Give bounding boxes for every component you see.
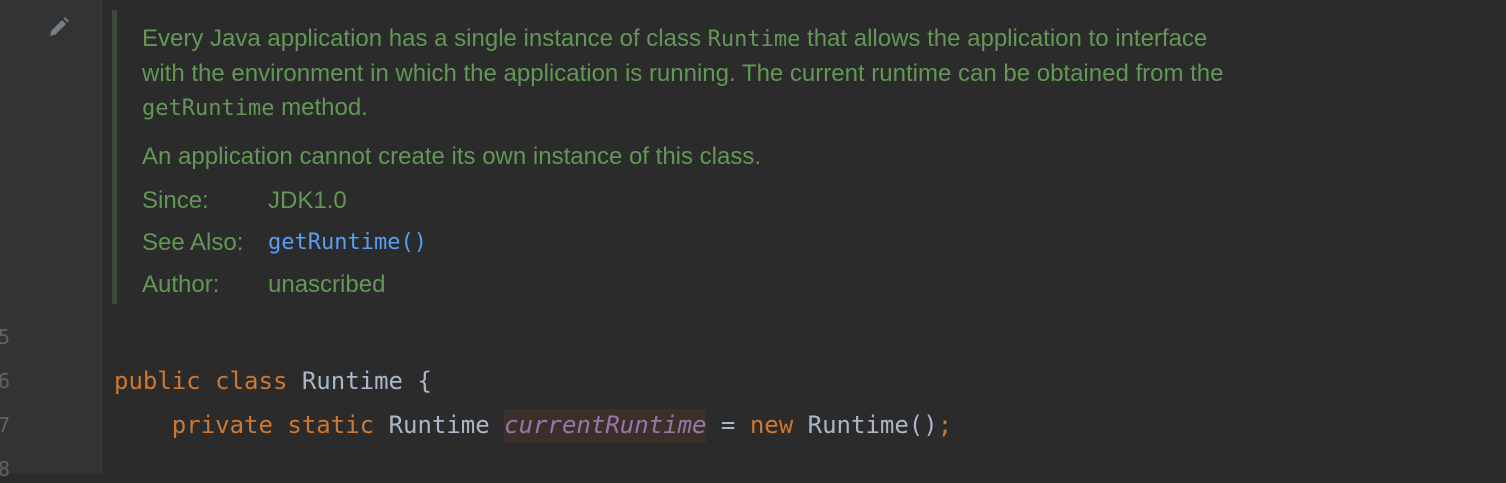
since-value: JDK1.0 [268, 187, 347, 214]
pencil-icon[interactable] [44, 14, 72, 42]
since-row: Since: JDK1.0 [142, 184, 1462, 218]
keyword-public: public [114, 367, 201, 395]
doc-paragraph-2: An application cannot create its own ins… [142, 143, 762, 170]
editor-gutter: 45 46 47 48 [0, 0, 102, 481]
assign-operator: = [720, 411, 736, 439]
author-label: Author: [142, 271, 220, 298]
keyword-private: private [171, 411, 273, 439]
see-also-label: See Also: [142, 229, 244, 256]
type-name: Runtime [388, 411, 490, 439]
line-number: 46 [0, 369, 11, 393]
field-current-runtime[interactable]: currentRuntime [504, 409, 707, 443]
code-ref-getruntime: getRuntime [142, 96, 275, 121]
keyword-class: class [215, 367, 288, 395]
see-also-row: See Also: getRuntime() [142, 226, 1462, 260]
constructor-call: Runtime() [807, 411, 938, 439]
see-also-link[interactable]: getRuntime() [268, 226, 427, 260]
author-value: unascribed [268, 271, 386, 298]
keyword-new: new [749, 411, 794, 439]
author-row: Author: unascribed [142, 268, 1462, 302]
semicolon: ; [937, 411, 953, 439]
open-brace: { [417, 367, 432, 395]
keyword-static: static [287, 411, 375, 439]
since-label: Since: [142, 187, 209, 214]
javadoc-text: Every Java application has a single inst… [142, 22, 1462, 302]
line-number: 45 [0, 325, 11, 349]
doc-paragraph-1: Every Java application has a single inst… [142, 25, 1224, 121]
line-number: 48 [0, 457, 11, 481]
code-line-47[interactable]: private static Runtime currentRuntime = … [114, 408, 953, 443]
class-name: Runtime [301, 367, 404, 395]
line-number: 47 [0, 413, 11, 437]
code-line-46[interactable]: public class Runtime { [114, 364, 432, 398]
code-ref-runtime: Runtime [707, 27, 801, 52]
